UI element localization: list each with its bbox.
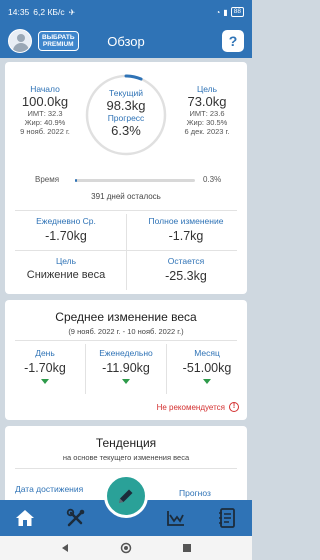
- nav-tools[interactable]: [61, 503, 91, 533]
- week-change-value: -11.90kg: [102, 361, 150, 375]
- wifi-icon: ◔: [215, 7, 221, 17]
- progress-ring: Текущий 98.3kg Прогресс 6.3%: [83, 72, 169, 158]
- divider: [126, 214, 127, 290]
- day-change-value: -1.70kg: [24, 361, 66, 375]
- time-progress-track: [75, 179, 195, 182]
- battery-icon: 88: [230, 7, 244, 17]
- avatar-head: [17, 34, 25, 42]
- start-label: Начало: [30, 84, 60, 94]
- app-bar: ВЫБРАТЬ PREMIUM Обзор ?: [0, 24, 252, 58]
- goal-column: Цель 73.0kg ИМТ: 23.6 Жир: 30.5% 6 дек. …: [171, 84, 243, 136]
- goal-date: 6 дек. 2023 г.: [184, 127, 230, 136]
- total-change: Полное изменение -1.7kg: [129, 216, 243, 243]
- daily-average-label: Ежедневно Ср.: [36, 216, 96, 226]
- avatar[interactable]: [8, 29, 32, 53]
- goal-bmi: ИМТ: 23.6: [189, 109, 225, 118]
- current-label: Текущий: [109, 88, 143, 98]
- nav-log[interactable]: [212, 503, 242, 533]
- time-value: 0.3%: [203, 175, 222, 184]
- goal-fat: Жир: 30.5%: [186, 118, 228, 127]
- status-bar: 14:35 6,2 КБ/с ✈ ◔ ▮ 88: [0, 0, 252, 24]
- day-change: День -1.70kg: [5, 348, 85, 384]
- daily-average-value: -1.70kg: [45, 229, 87, 243]
- nav-charts[interactable]: [161, 503, 191, 533]
- help-icon: ?: [228, 33, 238, 49]
- premium-line2: PREMIUM: [42, 41, 74, 48]
- down-arrow-icon: [41, 379, 49, 384]
- divider: [15, 340, 237, 341]
- network-speed: 6,2 КБ/с: [33, 7, 65, 17]
- goal-type-value: Снижение веса: [26, 269, 106, 281]
- info-icon: !: [229, 402, 239, 412]
- current-value: 98.3kg: [106, 98, 146, 113]
- not-recommended-warning[interactable]: Не рекомендуется !: [157, 402, 239, 412]
- premium-button[interactable]: ВЫБРАТЬ PREMIUM: [38, 31, 79, 51]
- warning-text: Не рекомендуется: [156, 402, 225, 412]
- remaining: Остается -25.3kg: [129, 256, 243, 283]
- forecast-label: Прогноз: [179, 488, 211, 498]
- remaining-label: Остается: [167, 256, 205, 266]
- remaining-value: -25.3kg: [165, 269, 207, 283]
- day-change-label: День: [35, 348, 55, 358]
- days-left: 391 дней осталось: [91, 192, 161, 201]
- progress-label: Прогресс: [107, 113, 145, 123]
- month-change-label: Месяц: [194, 348, 220, 358]
- premium-line1: ВЫБРАТЬ: [42, 34, 75, 41]
- week-change-label: Еженедельно: [99, 348, 153, 358]
- total-change-label: Полное изменение: [148, 216, 224, 226]
- time-progress: Время 0.3%: [11, 174, 241, 188]
- tools-icon: [66, 508, 84, 527]
- overview-card: Начало 100.0kg ИМТ: 32.3 Жир: 40.9% 9 но…: [5, 62, 247, 294]
- time-progress-fill: [75, 179, 78, 182]
- goal-value: 73.0kg: [187, 94, 227, 109]
- down-arrow-icon: [122, 379, 130, 384]
- recents-icon[interactable]: [182, 543, 192, 553]
- month-change: Месяц -51.00kg: [167, 348, 247, 384]
- start-value: 100.0kg: [21, 94, 69, 109]
- start-column: Начало 100.0kg ИМТ: 32.3 Жир: 40.9% 9 но…: [9, 84, 81, 136]
- achievement-date-label: Дата достижения: [15, 484, 84, 494]
- down-arrow-icon: [203, 379, 211, 384]
- start-fat: Жир: 40.9%: [24, 118, 66, 127]
- back-icon[interactable]: [60, 543, 70, 553]
- divider: [15, 250, 237, 251]
- average-change-range: (9 нояб. 2022 г. - 10 нояб. 2022 г.): [68, 327, 184, 336]
- start-bmi: ИМТ: 32.3: [27, 109, 63, 118]
- time-label: Время: [35, 175, 60, 184]
- progress-value: 6.3%: [111, 123, 141, 138]
- month-change-value: -51.00kg: [182, 361, 232, 375]
- average-change-card: Среднее изменение веса (9 нояб. 2022 г. …: [5, 300, 247, 420]
- total-change-value: -1.7kg: [168, 229, 204, 243]
- goal-label: Цель: [196, 84, 218, 94]
- start-date: 9 нояб. 2022 г.: [20, 127, 70, 136]
- trend-title: Тенденция: [95, 436, 157, 450]
- chart-icon: [167, 511, 185, 526]
- signal-icon: ▮: [223, 7, 228, 17]
- divider: [15, 210, 237, 211]
- home-icon: [16, 510, 35, 526]
- system-navigation: [0, 536, 252, 560]
- week-change: Еженедельно -11.90kg: [86, 348, 166, 384]
- avatar-body: [13, 43, 29, 52]
- goal-type: Цель Снижение веса: [9, 256, 123, 281]
- ring-content: Текущий 98.3kg Прогресс 6.3%: [83, 88, 169, 138]
- goal-type-label: Цель: [55, 256, 77, 266]
- clock: 14:35: [8, 7, 30, 17]
- pencil-icon: [119, 489, 133, 503]
- notebook-icon: [218, 508, 235, 528]
- add-entry-button[interactable]: [104, 474, 148, 518]
- notification-icon: ✈: [68, 7, 76, 17]
- help-button[interactable]: ?: [222, 30, 244, 52]
- home-system-icon[interactable]: [120, 542, 132, 554]
- average-change-title: Среднее изменение веса: [55, 310, 197, 324]
- nav-home[interactable]: [10, 503, 40, 533]
- divider: [15, 468, 237, 469]
- daily-average: Ежедневно Ср. -1.70kg: [9, 216, 123, 243]
- trend-subtitle: на основе текущего изменения веса: [62, 453, 190, 462]
